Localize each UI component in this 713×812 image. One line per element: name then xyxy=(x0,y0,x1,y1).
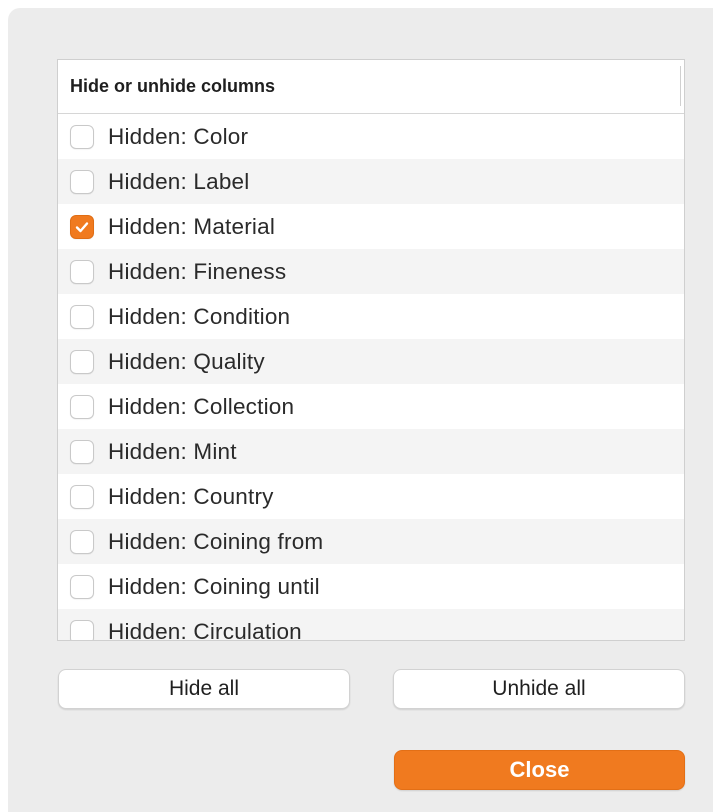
table-header[interactable]: Hide or unhide columns xyxy=(58,60,684,114)
row-checkbox[interactable] xyxy=(70,124,94,149)
list-item[interactable]: Hidden: Coining from xyxy=(58,519,684,564)
row-label: Hidden: Quality xyxy=(108,348,265,374)
row-checkbox[interactable] xyxy=(70,349,94,374)
row-checkbox[interactable] xyxy=(70,214,94,239)
row-label: Hidden: Circulation xyxy=(108,618,302,641)
list-item[interactable]: Hidden: Fineness xyxy=(58,249,684,294)
row-checkbox[interactable] xyxy=(70,439,94,464)
row-label: Hidden: Color xyxy=(108,123,249,149)
row-checkbox[interactable] xyxy=(70,304,94,329)
row-label: Hidden: Fineness xyxy=(108,258,287,284)
columns-list: Hidden: Color Hidden: Label Hidden: Mate… xyxy=(58,114,684,641)
columns-table: Hide or unhide columns Hidden: Color Hid… xyxy=(57,59,685,641)
header-divider xyxy=(680,66,681,106)
row-label: Hidden: Material xyxy=(108,213,276,239)
table-header-title: Hide or unhide columns xyxy=(70,76,276,96)
list-item[interactable]: Hidden: Circulation xyxy=(58,609,684,641)
list-item[interactable]: Hidden: Color xyxy=(58,114,684,159)
column-visibility-dialog: Hide or unhide columns Hidden: Color Hid… xyxy=(8,8,713,812)
close-button[interactable]: Close xyxy=(394,750,685,790)
hide-all-button[interactable]: Hide all xyxy=(58,669,350,709)
list-item[interactable]: Hidden: Label xyxy=(58,159,684,204)
checkmark-icon xyxy=(75,221,89,232)
row-label: Hidden: Label xyxy=(108,168,250,194)
row-label: Hidden: Condition xyxy=(108,303,291,329)
list-item[interactable]: Hidden: Quality xyxy=(58,339,684,384)
list-item[interactable]: Hidden: Mint xyxy=(58,429,684,474)
row-checkbox[interactable] xyxy=(70,619,94,640)
row-label: Hidden: Collection xyxy=(108,393,295,419)
row-label: Hidden: Country xyxy=(108,483,274,509)
list-item[interactable]: Hidden: Condition xyxy=(58,294,684,339)
row-checkbox[interactable] xyxy=(70,484,94,509)
row-checkbox[interactable] xyxy=(70,574,94,599)
row-label: Hidden: Mint xyxy=(108,438,237,464)
list-item[interactable]: Hidden: Collection xyxy=(58,384,684,429)
row-label: Hidden: Coining until xyxy=(108,573,320,599)
row-checkbox[interactable] xyxy=(70,259,94,284)
row-label: Hidden: Coining from xyxy=(108,528,324,554)
list-item[interactable]: Hidden: Coining until xyxy=(58,564,684,609)
row-checkbox[interactable] xyxy=(70,169,94,194)
row-checkbox[interactable] xyxy=(70,394,94,419)
unhide-all-button[interactable]: Unhide all xyxy=(393,669,685,709)
row-checkbox[interactable] xyxy=(70,529,94,554)
list-item[interactable]: Hidden: Material xyxy=(58,204,684,249)
list-item[interactable]: Hidden: Country xyxy=(58,474,684,519)
